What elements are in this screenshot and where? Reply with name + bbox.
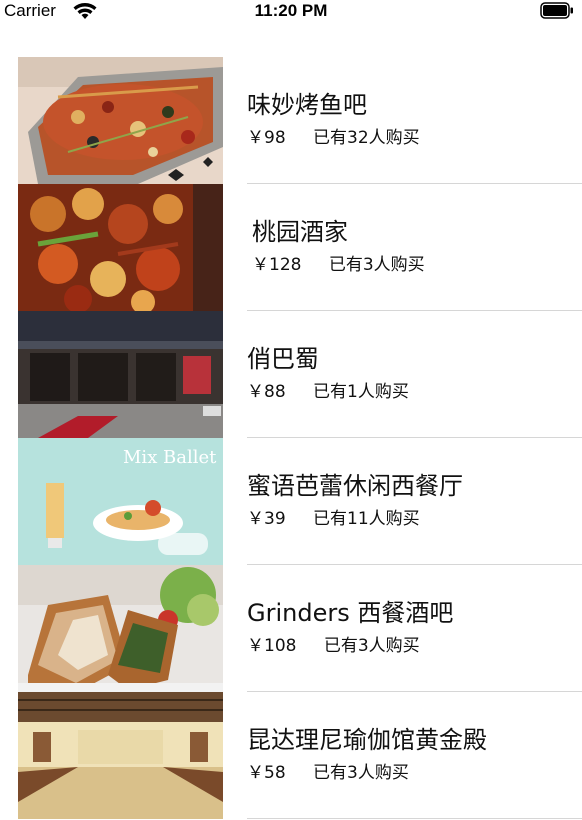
item-title: 桃园酒家 — [252, 218, 348, 246]
item-price: ￥128 — [252, 255, 302, 275]
list-item[interactable]: Grinders 西餐酒吧 ￥108 已有3人购买 — [0, 565, 582, 692]
mix-ballet-ad-image: Mix Ballet — [18, 438, 223, 565]
item-price: ￥58 — [247, 763, 286, 783]
item-title: 蜜语芭蕾休闲西餐厅 — [247, 472, 463, 500]
item-title: 昆达理尼瑜伽馆黄金殿 — [247, 726, 487, 754]
grilled-fish-image — [18, 57, 223, 184]
list-item[interactable]: 味妙烤鱼吧 ￥98 已有32人购买 — [0, 57, 582, 184]
item-price: ￥98 — [247, 128, 286, 148]
item-price: ￥88 — [247, 382, 286, 402]
status-time: 11:20 PM — [254, 1, 328, 20]
item-meta: ￥88 已有1人购买 — [247, 381, 409, 403]
item-meta: ￥39 已有11人购买 — [247, 508, 420, 530]
item-meta: ￥128 已有3人购买 — [252, 254, 425, 276]
item-price: ￥39 — [247, 509, 286, 529]
item-sold-count: 已有3人购买 — [328, 255, 425, 275]
svg-text:Mix Ballet: Mix Ballet — [123, 447, 217, 468]
yoga-hall-image — [18, 692, 223, 819]
storefront-image — [18, 311, 223, 438]
status-bar: Carrier 11:20 PM — [0, 0, 582, 24]
item-sold-count: 已有3人购买 — [313, 763, 409, 783]
item-title: Grinders 西餐酒吧 — [247, 599, 454, 627]
list-item[interactable]: 俏巴蜀 ￥88 已有1人购买 — [0, 311, 582, 438]
spicy-chicken-image — [18, 184, 223, 311]
item-sold-count: 已有32人购买 — [313, 128, 420, 148]
row-divider — [247, 818, 582, 819]
list-item[interactable]: 昆达理尼瑜伽馆黄金殿 ￥58 已有3人购买 — [0, 692, 582, 819]
item-sold-count: 已有11人购买 — [313, 509, 420, 529]
item-title: 俏巴蜀 — [247, 345, 319, 373]
item-title: 味妙烤鱼吧 — [247, 91, 367, 119]
list-item[interactable]: 桃园酒家 ￥128 已有3人购买 — [0, 184, 582, 311]
sandwich-image — [18, 565, 223, 692]
item-sold-count: 已有3人购买 — [323, 636, 420, 656]
item-sold-count: 已有1人购买 — [313, 382, 409, 402]
item-meta: ￥98 已有32人购买 — [247, 127, 420, 149]
battery-icon — [540, 2, 573, 19]
list-item[interactable]: Mix Ballet 蜜语芭蕾休闲西餐厅 ￥39 已有11人购买 — [0, 438, 582, 565]
deal-list: 味妙烤鱼吧 ￥98 已有32人购买 桃园酒家 ￥128 已有3人购买 俏巴蜀 ￥… — [0, 57, 582, 819]
item-price: ￥108 — [247, 636, 297, 656]
item-meta: ￥58 已有3人购买 — [247, 762, 409, 784]
item-meta: ￥108 已有3人购买 — [247, 635, 420, 657]
